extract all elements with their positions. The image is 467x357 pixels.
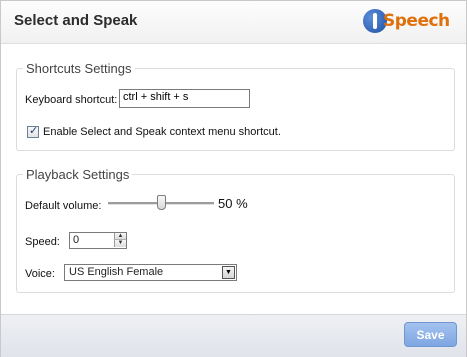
speed-value: 0 [73,234,80,246]
default-volume-label: Default volume: [25,200,102,212]
chevron-down-icon[interactable]: ▼ [222,266,235,279]
options-window: Select and Speak Speech Shortcuts Settin… [0,0,467,357]
speed-stepper[interactable]: 0 ▲ ▼ [69,232,127,249]
checkmark-icon: ✓ [29,125,39,137]
save-button[interactable]: Save [404,322,457,347]
speed-increment-button[interactable]: ▲ [114,233,126,240]
speed-label: Speed: [25,236,60,248]
keyboard-shortcut-label: Keyboard shortcut: [25,94,118,106]
context-menu-checkbox[interactable]: ✓ [27,125,39,138]
volume-value: 50 % [218,196,248,211]
shortcuts-settings-legend: Shortcuts Settings [26,61,132,76]
header-bar: Select and Speak Speech [1,1,466,44]
footer-bar [1,314,466,357]
keyboard-shortcut-input[interactable]: ctrl + shift + s [119,89,250,108]
context-menu-label: Enable Select and Speak context menu sho… [43,126,281,138]
voice-label: Voice: [25,268,55,280]
voice-selected-value: US English Female [69,266,164,278]
page-title: Select and Speak [14,12,138,29]
ispeech-logo: Speech [363,7,453,39]
logo-text: Speech [383,11,450,31]
speed-decrement-button[interactable]: ▼ [114,240,126,247]
playback-settings-legend: Playback Settings [26,167,130,182]
volume-slider-thumb[interactable] [157,195,166,210]
voice-select[interactable]: US English Female ▼ [64,264,237,281]
